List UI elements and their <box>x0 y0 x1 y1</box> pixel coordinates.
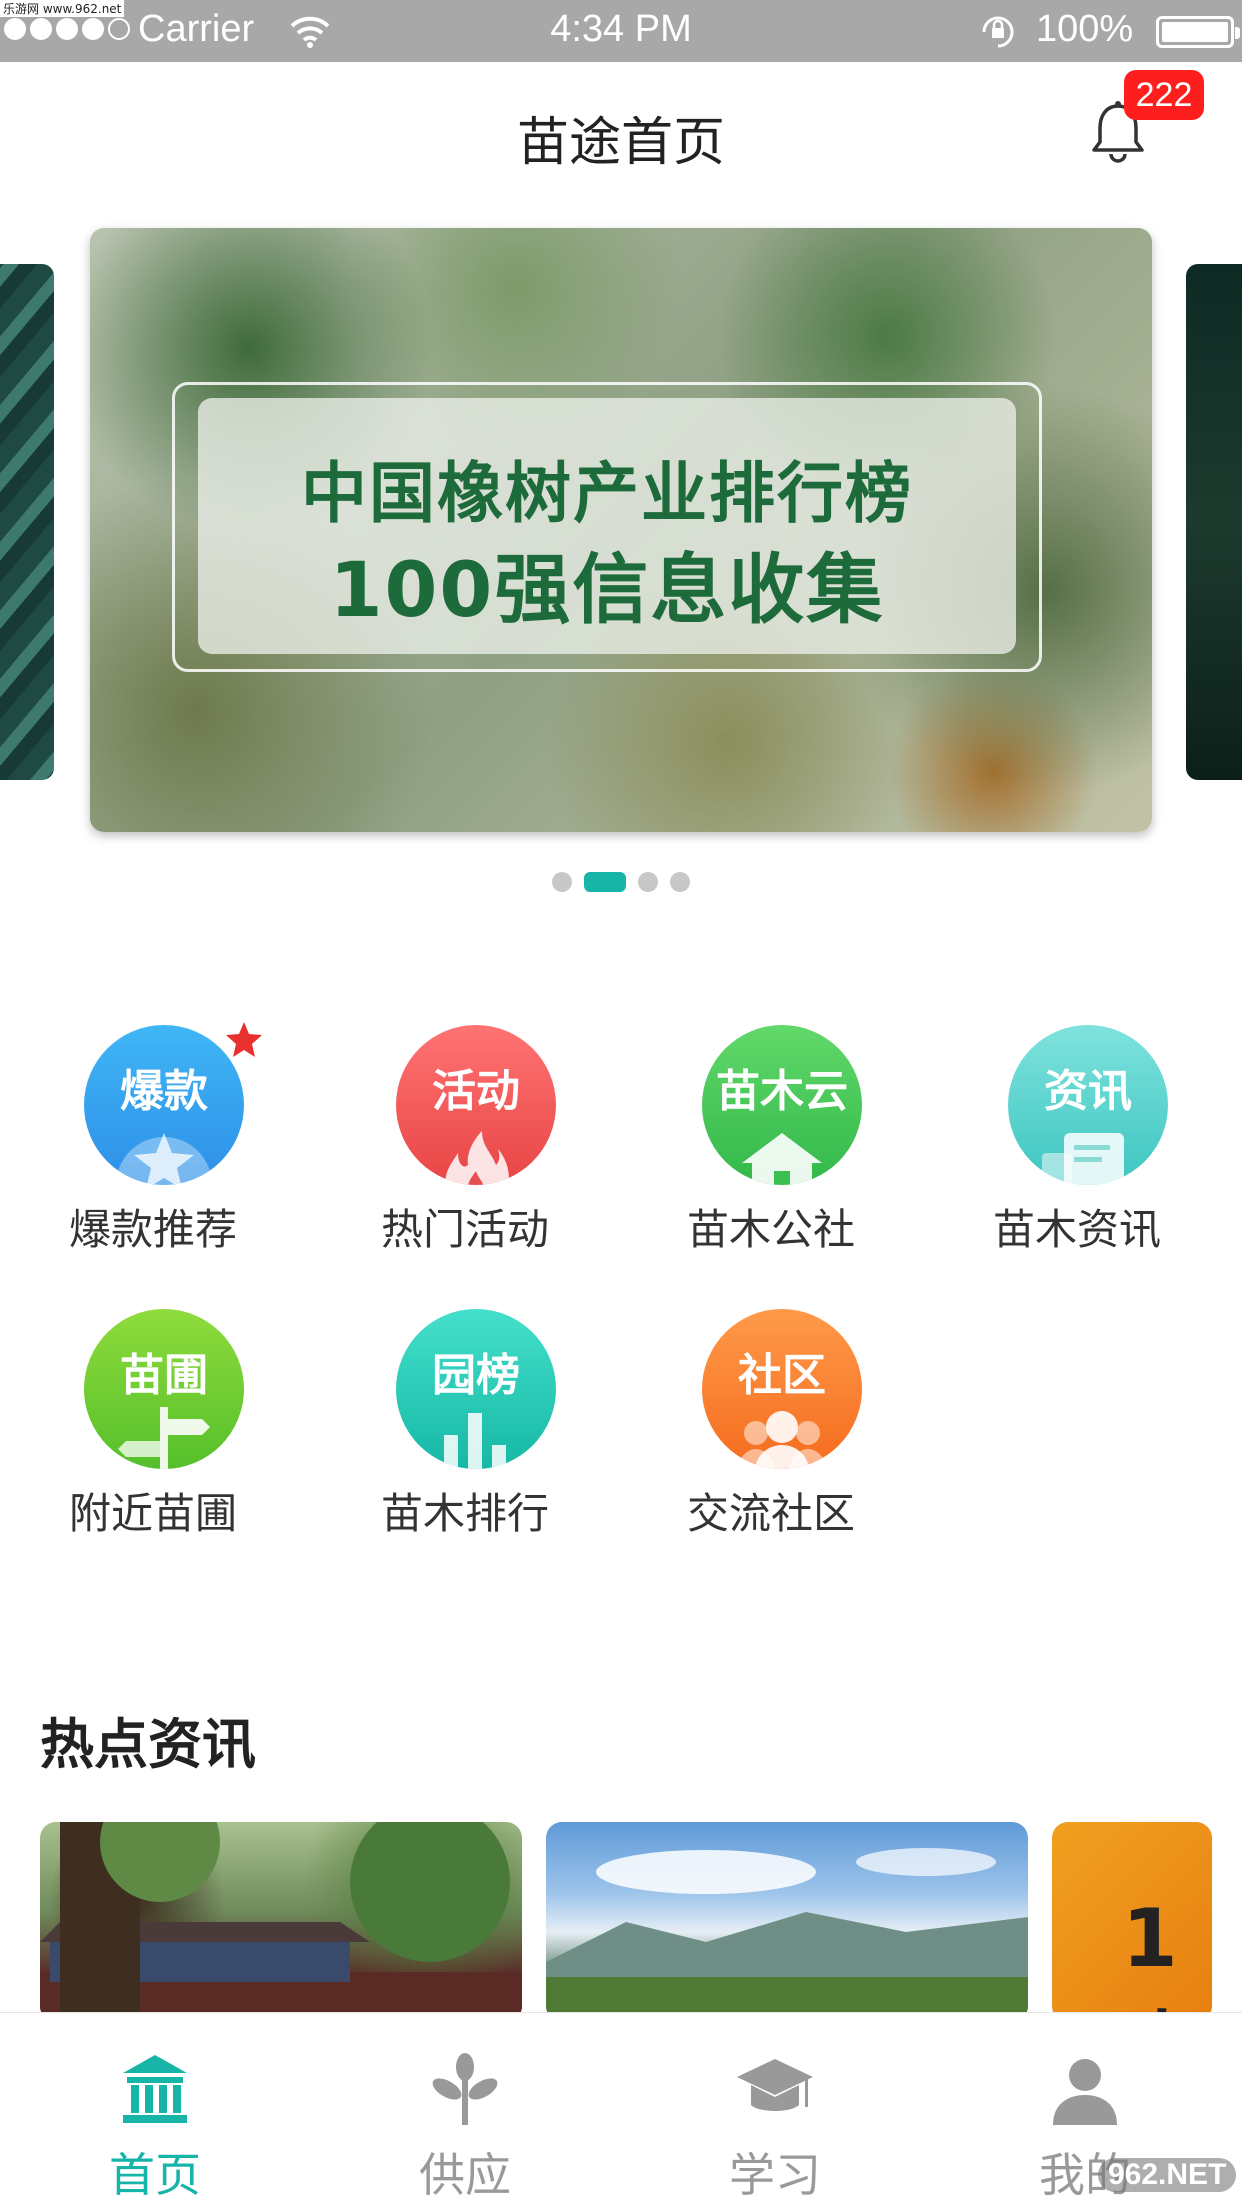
menu-item-nearby-nursery[interactable]: 苗圃 附近苗圃 <box>0 1304 306 1554</box>
tab-home[interactable]: 首页 <box>0 2013 310 2208</box>
menu-item-community[interactable]: 社区 交流社区 <box>618 1304 924 1554</box>
nav-header: 苗途首页 222 <box>0 62 1242 212</box>
section-title-hot-news: 热点资讯 <box>40 1713 256 1776</box>
menu-item-label: 热门活动 <box>380 1205 549 1254</box>
news-image-mountains <box>546 1848 1028 2012</box>
menu-icon-text: 苗圃 <box>120 1350 208 1401</box>
menu-icon-text: 资讯 <box>1044 1066 1132 1117</box>
menu-item-label: 苗木资讯 <box>992 1205 1161 1254</box>
menu-icon-text: 爆款 <box>120 1066 208 1117</box>
menu-item-label: 苗木排行 <box>380 1489 549 1538</box>
menu-icon-circle: 资讯 <box>1008 1025 1168 1185</box>
page-title: 苗途首页 <box>516 113 725 173</box>
menu-item-news[interactable]: 资讯 苗木资讯 <box>924 1020 1230 1270</box>
news-card[interactable]: 1中 <box>1052 1822 1212 2012</box>
bank-icon <box>123 2055 187 2123</box>
pagination-dot-active[interactable] <box>584 872 626 892</box>
news-card[interactable] <box>40 1822 522 2012</box>
rotation-lock-icon <box>978 14 1018 54</box>
menu-icon-circle: 苗圃 <box>84 1309 244 1469</box>
tab-label: 首页 <box>109 2148 201 2202</box>
menu-icon-circle: 活动 <box>396 1025 556 1185</box>
star-icon <box>116 1133 212 1185</box>
menu-item-label: 附近苗圃 <box>68 1489 237 1538</box>
hot-star-icon <box>226 1022 262 1057</box>
news-card-strip[interactable]: 1中 <box>40 1822 1242 2012</box>
battery-icon <box>1156 16 1240 48</box>
user-icon <box>1053 2059 1117 2125</box>
menu-icon-circle: 园榜 <box>396 1309 556 1469</box>
banner-subheadline: 100强信息收集 <box>329 545 885 634</box>
banner-prev-slide[interactable] <box>0 264 54 780</box>
bar-chart-icon <box>444 1413 506 1469</box>
menu-icon-text: 园榜 <box>432 1350 520 1401</box>
menu-icon-text: 社区 <box>738 1350 826 1401</box>
news-card[interactable] <box>546 1822 1028 2012</box>
menu-item-label: 交流社区 <box>686 1489 855 1538</box>
menu-icon-text: 苗木云 <box>716 1066 848 1117</box>
menu-item-label: 爆款推荐 <box>68 1205 237 1254</box>
graduation-cap-icon <box>737 2059 813 2111</box>
menu-icon-circle: 苗木云 <box>702 1025 862 1185</box>
tab-label: 供应 <box>419 2148 511 2202</box>
site-watermark: 乐游网 www.962.net <box>0 0 125 17</box>
pagination-dot[interactable] <box>638 872 658 892</box>
battery-percent: 100% <box>1036 8 1134 50</box>
pagination-dot[interactable] <box>552 872 572 892</box>
people-icon <box>736 1411 828 1469</box>
banner-headline: 中国橡树产业排行榜 <box>301 455 913 532</box>
menu-icon-text: 活动 <box>432 1066 520 1117</box>
menu-item-events[interactable]: 活动 热门活动 <box>312 1020 618 1270</box>
flame-icon <box>445 1131 509 1185</box>
banner-slide[interactable]: 中国橡树产业排行榜 100强信息收集 <box>90 228 1152 832</box>
menu-item-label: 苗木公社 <box>686 1205 855 1254</box>
document-icon <box>1042 1133 1124 1185</box>
tab-learning[interactable]: 学习 <box>620 2013 930 2208</box>
menu-item-community-nursery[interactable]: 苗木云 苗木公社 <box>618 1020 924 1270</box>
notification-badge: 222 <box>1124 70 1204 120</box>
house-icon <box>742 1133 822 1185</box>
banner-next-slide[interactable] <box>1186 264 1242 780</box>
menu-icon-circle: 爆款 <box>84 1025 244 1185</box>
menu-item-ranking[interactable]: 园榜 苗木排行 <box>312 1304 618 1554</box>
leaf-icon <box>432 2053 498 2125</box>
bottom-tab-bar: 首页 供应 学习 我的 <box>0 2012 1242 2208</box>
signpost-icon <box>118 1407 210 1469</box>
menu-item-hot-picks[interactable]: 爆款 爆款推荐 <box>0 1020 306 1270</box>
banner-carousel[interactable]: 中国橡树产业排行榜 100强信息收集 <box>0 212 1242 912</box>
news-card-text: 1中 <box>1122 1892 1202 2012</box>
menu-icon-circle: 社区 <box>702 1309 862 1469</box>
pagination-dot[interactable] <box>670 872 690 892</box>
news-image-temple <box>40 1822 522 2012</box>
tab-label: 学习 <box>729 2148 821 2202</box>
tab-supply[interactable]: 供应 <box>310 2013 620 2208</box>
status-bar: Carrier 4:34 PM 100% <box>0 0 1242 62</box>
corner-watermark: 962.NET <box>1098 2158 1237 2192</box>
carousel-pagination <box>0 872 1242 892</box>
